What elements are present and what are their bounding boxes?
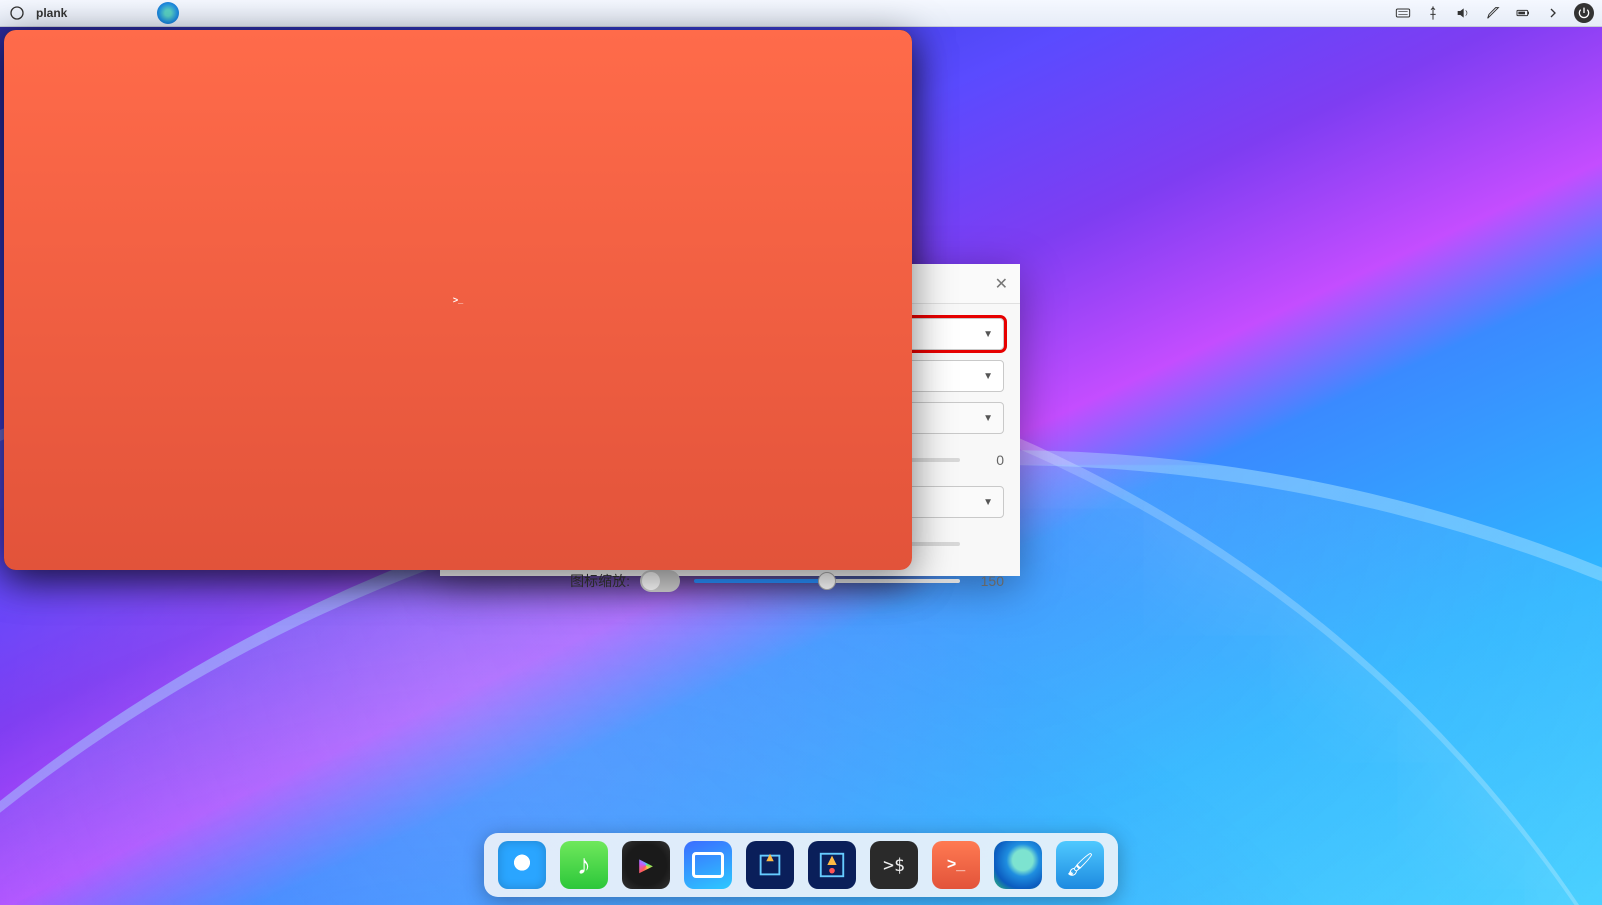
dock [484, 833, 1118, 897]
taskbar-terminal-icon[interactable] [4, 30, 912, 570]
arrow-right-icon[interactable] [1544, 4, 1562, 22]
top-panel: plank [0, 0, 1602, 27]
close-dialog-button[interactable]: ✕ [995, 274, 1008, 294]
icon-zoom-value: 150 [970, 573, 1004, 589]
keyboard-icon[interactable] [1394, 4, 1412, 22]
brush-icon[interactable] [1484, 4, 1502, 22]
taskbar-edge-icon[interactable] [157, 2, 179, 24]
dock-recorder-icon[interactable] [808, 841, 856, 889]
usb-icon[interactable] [1424, 4, 1442, 22]
active-app-name: plank [36, 6, 67, 20]
chevron-down-icon: ▼ [983, 413, 993, 424]
icon-zoom-slider[interactable] [694, 579, 960, 583]
battery-icon[interactable] [1514, 4, 1532, 22]
dock-devtool-icon[interactable] [870, 841, 918, 889]
volume-icon[interactable] [1454, 4, 1472, 22]
launcher-icon[interactable] [8, 4, 26, 22]
chevron-down-icon: ▼ [983, 497, 993, 508]
alignment-offset-value: 0 [970, 452, 1004, 468]
dock-terminal-icon[interactable] [932, 841, 980, 889]
chevron-down-icon: ▼ [983, 371, 993, 382]
dock-edge-icon[interactable] [994, 841, 1042, 889]
dock-movie-icon[interactable] [622, 841, 670, 889]
dock-screenshot-icon[interactable] [746, 841, 794, 889]
label-icon-zoom: 图标缩放: [450, 571, 640, 591]
dock-ui-tool-icon[interactable] [1056, 841, 1104, 889]
dock-photos-icon[interactable] [684, 841, 732, 889]
dock-music-icon[interactable] [560, 841, 608, 889]
chevron-down-icon: ▼ [983, 329, 993, 340]
icon-zoom-switch[interactable] [640, 570, 680, 592]
dock-browser-icon[interactable] [498, 841, 546, 889]
power-icon[interactable] [1574, 3, 1594, 23]
